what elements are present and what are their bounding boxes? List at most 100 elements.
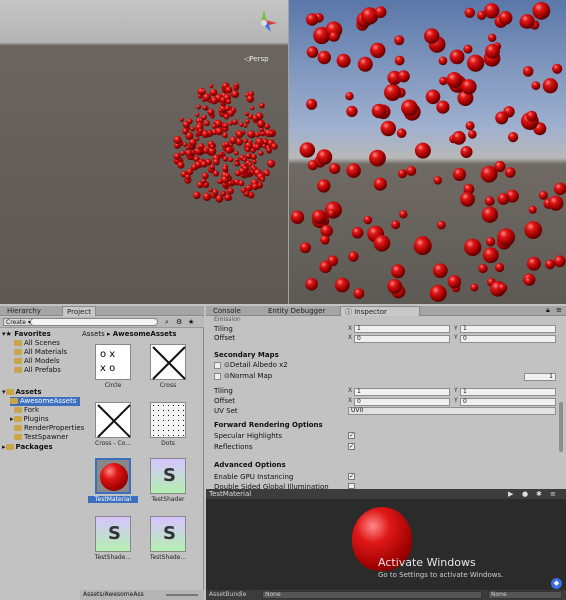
tiling-y-field[interactable]: 1 (460, 388, 556, 396)
game-sphere (317, 50, 331, 65)
tiling-y-field[interactable]: 1 (460, 325, 556, 333)
star-icon[interactable]: ★ (188, 318, 194, 326)
scene-sphere (222, 132, 228, 139)
search-input[interactable] (30, 318, 158, 326)
game-sphere (494, 160, 506, 173)
asset-bundle-variant-dropdown[interactable]: None (488, 591, 562, 599)
x-label: X (348, 334, 353, 341)
breadcrumb-item[interactable]: AwesomeAssets (113, 330, 177, 338)
asset-folder[interactable]: RenderProperties (14, 424, 84, 433)
secondary-maps-header: Secondary Maps (214, 351, 279, 359)
search-icon[interactable]: ⌕ (165, 318, 169, 327)
tab-console[interactable]: Console (209, 306, 245, 316)
scene-sphere (202, 105, 208, 111)
circle-icon: o x x o (100, 349, 115, 374)
game-sphere (384, 83, 402, 101)
game-sphere (374, 6, 387, 18)
test-shader-thumbnail[interactable]: S (150, 458, 186, 494)
game-sphere (346, 105, 358, 118)
scene-view[interactable]: ◁Persp (0, 0, 288, 304)
chevron-right-icon: ▸ (10, 415, 14, 423)
favorite-item[interactable]: All Scenes (14, 339, 60, 348)
inspector-tabbar: Console Entity Debugger ⓘ Inspector 🔒︎ ≡ (206, 306, 566, 316)
scene-sphere (201, 130, 210, 138)
favorite-item[interactable]: All Materials (14, 348, 67, 357)
sphere-icon[interactable]: ● (522, 489, 528, 499)
tiling-label: Tiling (214, 325, 233, 333)
offset-y-field[interactable]: 0 (460, 335, 556, 343)
tab-project[interactable]: Project (62, 306, 96, 316)
asset-grid: o x x o Circle Cross Cross - Co... Dots T… (80, 340, 204, 590)
folder-icon (14, 407, 22, 413)
cross-thumbnail[interactable] (150, 344, 186, 380)
scene-gizmo-icon[interactable] (249, 8, 279, 48)
test-material-thumbnail[interactable] (95, 458, 131, 494)
gpu-instancing-checkbox[interactable]: ✓ (348, 473, 355, 480)
cross-complex-thumbnail[interactable] (95, 402, 131, 438)
x-label: X (348, 387, 353, 394)
game-sphere (327, 209, 336, 218)
game-sphere (532, 1, 551, 20)
search-icon (14, 349, 22, 355)
scene-sphere (267, 148, 272, 153)
menu-icon[interactable]: ≡ (556, 306, 562, 314)
scene-sphere (231, 90, 240, 99)
game-sphere (317, 179, 331, 193)
asset-path-bar: Assets/AwesomeAss (80, 590, 204, 600)
packages-header[interactable]: ▸ Packages (2, 443, 53, 452)
persp-label[interactable]: ◁Persp (244, 55, 269, 63)
svg-text:x o: x o (100, 363, 115, 374)
uv-set-dropdown[interactable]: UV0 (348, 407, 556, 415)
test-shader-thumbnail[interactable]: S (95, 516, 131, 552)
favorite-item[interactable]: All Prefabs (14, 366, 61, 375)
game-sphere (452, 167, 467, 181)
texture-slot[interactable] (214, 373, 221, 380)
breadcrumb-item[interactable]: Assets (82, 330, 105, 338)
reflections-checkbox[interactable]: ✓ (348, 443, 355, 450)
specular-checkbox[interactable]: ✓ (348, 432, 355, 439)
scene-sphere (180, 150, 186, 156)
game-sphere (461, 79, 477, 95)
light-icon[interactable]: ✱ (536, 489, 542, 499)
normal-map-value[interactable]: 1 (524, 373, 556, 381)
tab-hierarchy[interactable]: Hierarchy (3, 306, 45, 316)
thumbnail-label: Cross (159, 382, 177, 389)
menu-icon[interactable]: ≡ (550, 489, 556, 499)
inspector-scrollbar[interactable] (559, 402, 563, 452)
test-shader-thumbnail[interactable]: S (150, 516, 186, 552)
thumbnail-label: Cross - Co... (95, 440, 131, 447)
texture-slot[interactable] (214, 362, 221, 369)
asset-folder-selected[interactable]: AwesomeAssets (10, 397, 80, 406)
offset-x-field[interactable]: 0 (354, 335, 450, 343)
x-label: X (348, 397, 353, 404)
material-preview[interactable] (206, 489, 566, 600)
search-icon (14, 367, 22, 373)
unity-icon[interactable]: ◆ (551, 578, 562, 589)
favorite-item[interactable]: All Models (14, 357, 60, 366)
tab-entity-debugger[interactable]: Entity Debugger (264, 306, 329, 316)
tab-inspector[interactable]: ⓘ Inspector (340, 306, 420, 316)
favorites-header[interactable]: ▾★ Favorites (2, 330, 51, 339)
game-sphere (380, 120, 396, 137)
asset-folder[interactable]: ▸ Plugins (10, 415, 49, 424)
normal-map-label: ⊙Normal Map (224, 372, 273, 380)
circle-thumbnail[interactable]: o x x o (95, 344, 131, 380)
assets-header[interactable]: ▾ Assets (2, 388, 42, 397)
game-sphere (497, 283, 508, 293)
scene-sphere (184, 174, 191, 180)
play-icon[interactable]: ▶ (508, 489, 513, 499)
dots-thumbnail[interactable] (150, 402, 186, 438)
offset-x-field[interactable]: 0 (354, 398, 450, 406)
settings-icon[interactable]: ⚙ (176, 318, 182, 326)
tiling-x-field[interactable]: 1 (354, 388, 450, 396)
scene-sphere-cluster (173, 82, 278, 203)
offset-y-field[interactable]: 0 (460, 398, 556, 406)
asset-folder[interactable]: TestSpawner (14, 433, 68, 442)
zoom-slider[interactable] (166, 594, 198, 596)
lock-icon[interactable]: 🔒︎ (546, 306, 550, 315)
tiling-x-field[interactable]: 1 (354, 325, 450, 333)
asset-bundle-dropdown[interactable]: None (262, 591, 482, 599)
game-view[interactable] (289, 0, 566, 304)
asset-folder[interactable]: Fork (14, 406, 39, 415)
game-sphere (460, 146, 473, 158)
